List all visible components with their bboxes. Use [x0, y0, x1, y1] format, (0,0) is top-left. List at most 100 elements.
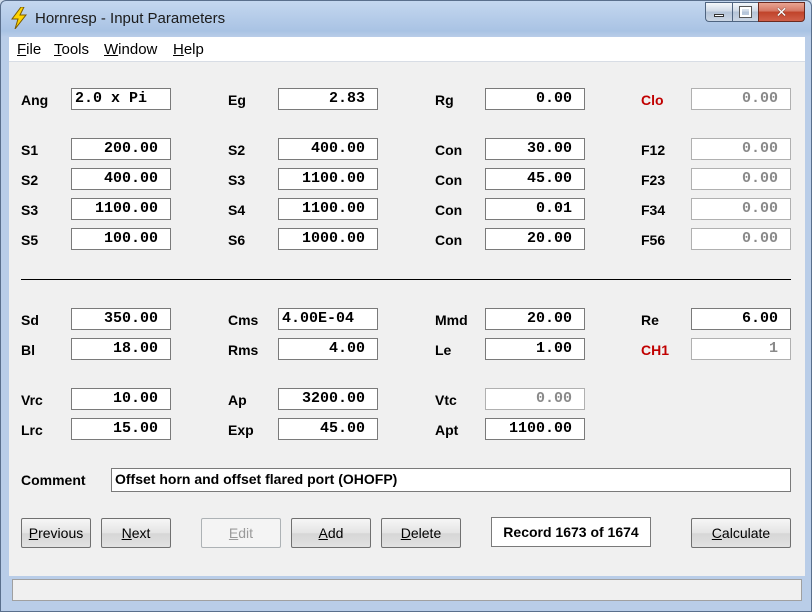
- delete-button[interactable]: Delete: [381, 518, 461, 548]
- label-s6-col2: S6: [228, 232, 246, 248]
- label-rg: Rg: [435, 92, 454, 108]
- field-s1[interactable]: 200.00: [71, 138, 171, 160]
- field-s2[interactable]: 400.00: [71, 168, 171, 190]
- field-f34: 0.00: [691, 198, 791, 220]
- field-vtc: 0.00: [485, 388, 585, 410]
- field-con-1[interactable]: 30.00: [485, 138, 585, 160]
- menu-tools-key: T: [54, 41, 62, 58]
- next-button[interactable]: Next: [101, 518, 171, 548]
- previous-button[interactable]: Previous: [21, 518, 91, 548]
- label-ang: Ang: [21, 92, 49, 108]
- label-f12: F12: [641, 142, 666, 158]
- field-re[interactable]: 6.00: [691, 308, 791, 330]
- field-rg[interactable]: 0.00: [485, 88, 585, 110]
- calculate-button-key: C: [711, 525, 722, 541]
- record-indicator: Record 1673 of 1674: [491, 517, 651, 547]
- field-eg[interactable]: 2.83: [278, 88, 378, 110]
- label-eg: Eg: [228, 92, 246, 108]
- title-bar[interactable]: Hornresp - Input Parameters ✕: [1, 1, 811, 35]
- field-f23: 0.00: [691, 168, 791, 190]
- section-divider: [21, 279, 791, 280]
- menu-window-key: W: [104, 41, 119, 58]
- field-le[interactable]: 1.00: [485, 338, 585, 360]
- lightning-bolt-icon: [11, 7, 28, 29]
- label-mmd: Mmd: [435, 312, 468, 328]
- calculate-button[interactable]: Calculate: [691, 518, 791, 548]
- field-s3-col2[interactable]: 1100.00: [278, 168, 378, 190]
- label-f34: F34: [641, 202, 666, 218]
- field-sd[interactable]: 350.00: [71, 308, 171, 330]
- field-ap[interactable]: 3200.00: [278, 388, 378, 410]
- label-con-3: Con: [435, 202, 463, 218]
- field-s4-col2[interactable]: 1100.00: [278, 198, 378, 220]
- label-rms: Rms: [228, 342, 259, 358]
- menu-window[interactable]: Window: [104, 41, 157, 58]
- field-s3[interactable]: 1100.00: [71, 198, 171, 220]
- field-f12: 0.00: [691, 138, 791, 160]
- field-bl[interactable]: 18.00: [71, 338, 171, 360]
- menu-help-key: H: [173, 41, 184, 58]
- label-con-4: Con: [435, 232, 463, 248]
- field-apt[interactable]: 1100.00: [485, 418, 585, 440]
- label-s1: S1: [21, 142, 39, 158]
- edit-button-key: E: [228, 525, 239, 541]
- window-controls: ✕: [705, 2, 805, 24]
- field-exp[interactable]: 45.00: [278, 418, 378, 440]
- field-cms[interactable]: 4.00E-04: [278, 308, 378, 330]
- label-re: Re: [641, 312, 659, 328]
- add-button-label: dd: [327, 525, 344, 541]
- field-con-2[interactable]: 45.00: [485, 168, 585, 190]
- label-ch1: CH1: [641, 342, 670, 358]
- next-button-label: ext: [131, 525, 151, 541]
- label-sd: Sd: [21, 312, 39, 328]
- field-s5[interactable]: 100.00: [71, 228, 171, 250]
- field-vrc[interactable]: 10.00: [71, 388, 171, 410]
- field-con-4[interactable]: 20.00: [485, 228, 585, 250]
- minimize-button[interactable]: [705, 2, 732, 22]
- close-button[interactable]: ✕: [758, 2, 805, 22]
- label-vrc: Vrc: [21, 392, 43, 408]
- edit-button[interactable]: Edit: [201, 518, 281, 548]
- label-exp: Exp: [228, 422, 254, 438]
- field-f56: 0.00: [691, 228, 791, 250]
- label-s4-col2: S4: [228, 202, 246, 218]
- field-rms[interactable]: 4.00: [278, 338, 378, 360]
- label-le: Le: [435, 342, 452, 358]
- status-bar: [12, 579, 802, 601]
- field-lrc[interactable]: 15.00: [71, 418, 171, 440]
- label-f56: F56: [641, 232, 666, 248]
- app-window: Hornresp - Input Parameters ✕ File Tools…: [0, 0, 812, 612]
- delete-button-label: elete: [410, 525, 442, 541]
- label-s2-col2: S2: [228, 142, 246, 158]
- menu-file[interactable]: File: [17, 41, 41, 58]
- field-s6-col2[interactable]: 1000.00: [278, 228, 378, 250]
- menu-help[interactable]: Help: [173, 41, 204, 58]
- label-bl: Bl: [21, 342, 35, 358]
- previous-button-key: P: [28, 525, 39, 541]
- field-ang[interactable]: 2.0 x Pi: [71, 88, 171, 110]
- calculate-button-label: alculate: [721, 525, 771, 541]
- field-mmd[interactable]: 20.00: [485, 308, 585, 330]
- label-f23: F23: [641, 172, 666, 188]
- comment-field[interactable]: Offset horn and offset flared port (OHOF…: [111, 468, 791, 492]
- menu-file-key: F: [17, 41, 27, 58]
- label-clo: Clo: [641, 92, 664, 108]
- label-s3-col2: S3: [228, 172, 246, 188]
- menu-bar: File Tools Window Help: [9, 37, 805, 62]
- maximize-button[interactable]: [732, 2, 758, 22]
- label-con-1: Con: [435, 142, 463, 158]
- menu-file-label: ile: [26, 41, 42, 58]
- menu-tools[interactable]: Tools: [54, 41, 89, 58]
- label-s5: S5: [21, 232, 39, 248]
- label-ap: Ap: [228, 392, 247, 408]
- field-con-3[interactable]: 0.01: [485, 198, 585, 220]
- menu-tools-label: ools: [61, 41, 90, 58]
- label-apt: Apt: [435, 422, 459, 438]
- label-s3: S3: [21, 202, 39, 218]
- field-s2-col2[interactable]: 400.00: [278, 138, 378, 160]
- previous-button-label: revious: [38, 525, 84, 541]
- label-lrc: Lrc: [21, 422, 43, 438]
- add-button[interactable]: Add: [291, 518, 371, 548]
- field-ch1: 1: [691, 338, 791, 360]
- delete-button-key: D: [400, 525, 411, 541]
